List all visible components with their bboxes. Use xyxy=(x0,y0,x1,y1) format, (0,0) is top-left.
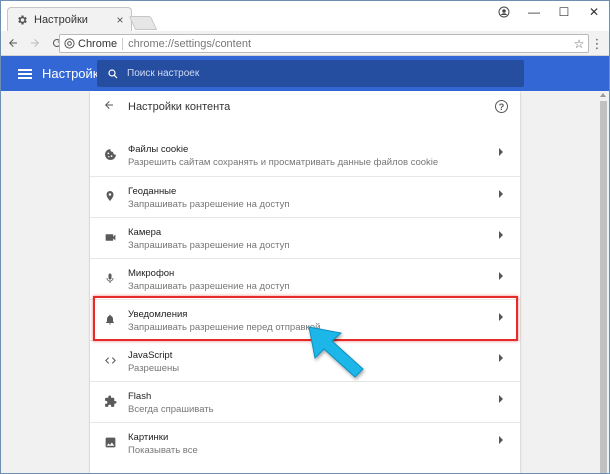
search-icon xyxy=(101,68,125,80)
chevron-right-icon xyxy=(499,354,503,362)
tab-settings[interactable]: Настройки × xyxy=(7,7,132,31)
row-subtitle: Разрешить сайтам сохранять и просматрива… xyxy=(128,157,439,168)
row-title: Геоданные xyxy=(128,186,177,197)
bell-icon xyxy=(103,312,117,326)
row-subtitle: Всегда спрашивать xyxy=(128,404,214,415)
row-title: Микрофон xyxy=(128,268,175,279)
image-icon xyxy=(103,435,117,449)
microphone-icon xyxy=(103,271,117,285)
settings-row-notifications[interactable]: Уведомления Запрашивать разрешение перед… xyxy=(90,299,520,340)
chevron-right-icon xyxy=(499,395,503,403)
minimize-button[interactable]: — xyxy=(519,1,549,23)
chevron-right-icon xyxy=(499,313,503,321)
close-window-button[interactable]: ✕ xyxy=(579,1,609,23)
settings-row-flash[interactable]: Flash Всегда спрашивать xyxy=(90,381,520,422)
tab-title: Настройки xyxy=(34,13,88,26)
chrome-icon xyxy=(60,38,78,49)
site-name: Chrome xyxy=(78,37,124,50)
settings-row-cookies[interactable]: Файлы cookie Разрешить сайтам сохранять … xyxy=(90,135,520,176)
url-text[interactable]: chrome://settings/content xyxy=(123,38,570,50)
tab-close-icon[interactable]: × xyxy=(113,13,127,27)
settings-list: Файлы cookie Разрешить сайтам сохранять … xyxy=(90,135,520,463)
row-subtitle: Показывать все xyxy=(128,445,198,456)
code-icon xyxy=(103,353,117,367)
settings-row-images[interactable]: Картинки Показывать все xyxy=(90,422,520,463)
back-arrow-icon[interactable] xyxy=(103,99,115,114)
row-subtitle: Запрашивать разрешение на доступ xyxy=(128,240,290,251)
row-subtitle: Запрашивать разрешение перед отправкой xyxy=(128,322,321,333)
row-title: Уведомления xyxy=(128,309,188,320)
settings-row-location[interactable]: Геоданные Запрашивать разрешение на дост… xyxy=(90,176,520,217)
row-title: Картинки xyxy=(128,432,169,443)
row-title: JavaScript xyxy=(128,350,173,361)
new-tab-button[interactable] xyxy=(128,16,158,30)
hamburger-menu-icon[interactable] xyxy=(18,68,32,79)
scrollbar-thumb[interactable] xyxy=(600,101,607,473)
browser-window: Настройки × — ☐ ✕ Chrome chrome://settin… xyxy=(0,0,610,474)
row-subtitle: Запрашивать разрешение на доступ xyxy=(128,281,290,292)
search-box[interactable] xyxy=(97,60,524,87)
bookmark-star-icon[interactable]: ☆ xyxy=(570,37,588,51)
settings-header: Настройки xyxy=(1,56,609,91)
profile-icon[interactable] xyxy=(489,1,519,23)
settings-row-microphone[interactable]: Микрофон Запрашивать разрешение на досту… xyxy=(90,258,520,299)
gear-icon xyxy=(16,14,28,26)
row-title: Файлы cookie xyxy=(128,144,189,155)
row-title: Камера xyxy=(128,227,162,238)
content-settings-card: Настройки контента ? Файлы cookie Разреш… xyxy=(90,91,520,473)
maximize-button[interactable]: ☐ xyxy=(549,1,579,23)
row-subtitle: Разрешены xyxy=(128,363,180,374)
address-bar[interactable]: Chrome chrome://settings/content ☆ xyxy=(59,34,589,53)
arrow-left-icon xyxy=(9,39,17,47)
puzzle-icon xyxy=(103,394,117,408)
back-button[interactable] xyxy=(3,33,23,53)
row-title: Flash xyxy=(128,391,152,402)
camera-icon xyxy=(103,230,117,244)
toolbar: Chrome chrome://settings/content ☆ ⋮ xyxy=(1,31,609,56)
card-header: Настройки контента ? xyxy=(90,91,520,125)
menu-dots-icon[interactable]: ⋮ xyxy=(589,35,605,52)
cookie-icon xyxy=(103,147,117,161)
chevron-right-icon xyxy=(499,190,503,198)
chevron-right-icon xyxy=(499,148,503,156)
row-subtitle: Запрашивать разрешение на доступ xyxy=(128,199,290,210)
help-icon[interactable]: ? xyxy=(495,100,508,113)
content-area: Настройки контента ? Файлы cookie Разреш… xyxy=(1,91,609,473)
scroll-up-icon[interactable] xyxy=(600,93,606,97)
forward-button[interactable] xyxy=(25,33,45,53)
window-controls: — ☐ ✕ xyxy=(489,1,609,23)
card-title: Настройки контента xyxy=(128,101,231,113)
chevron-right-icon xyxy=(499,436,503,444)
chevron-right-icon xyxy=(499,231,503,239)
settings-row-camera[interactable]: Камера Запрашивать разрешение на доступ xyxy=(90,217,520,258)
chevron-right-icon xyxy=(499,272,503,280)
arrow-right-icon xyxy=(31,39,39,47)
location-pin-icon xyxy=(103,189,117,203)
search-input[interactable] xyxy=(127,68,507,79)
settings-row-javascript[interactable]: JavaScript Разрешены xyxy=(90,340,520,381)
tab-strip: Настройки × — ☐ ✕ xyxy=(1,1,609,31)
